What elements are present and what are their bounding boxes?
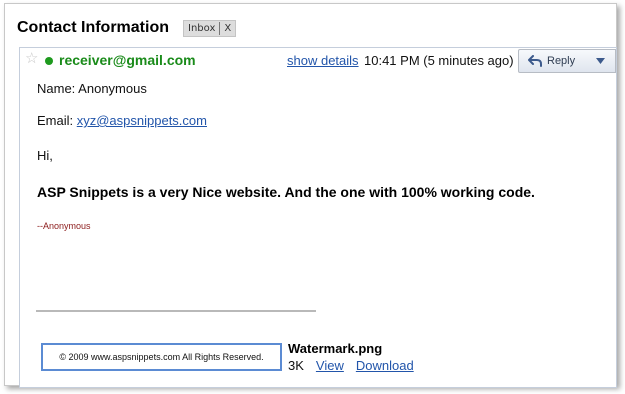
window-frame: Contact Information Inbox X ☆ receiver@g… (4, 3, 617, 388)
show-details-link[interactable]: show details (287, 53, 359, 68)
more-actions-button[interactable] (586, 49, 616, 73)
subject-title: Contact Information (17, 19, 169, 36)
view-attachment-link[interactable]: View (316, 358, 344, 373)
chevron-down-icon (596, 58, 605, 64)
sender-address[interactable]: receiver@gmail.com (59, 52, 196, 68)
thumbnail-watermark-text: © 2009 www.aspsnippets.com All Rights Re… (59, 352, 264, 362)
presence-dot-icon (45, 57, 53, 65)
message-time: 10:41 PM (5 minutes ago) (364, 53, 514, 68)
signature: --Anonymous (37, 221, 91, 231)
body-bold-line: ASP Snippets is a very Nice website. And… (37, 184, 535, 200)
page: Contact Information Inbox X ☆ receiver@g… (0, 0, 625, 394)
label-separator (219, 21, 221, 35)
body-name-line: Name: Anonymous (37, 81, 147, 96)
reply-label[interactable]: Reply (547, 55, 575, 67)
message: ☆ receiver@gmail.com show details 10:41 … (19, 47, 617, 388)
download-attachment-link[interactable]: Download (356, 358, 414, 373)
attachment-filename: Watermark.png (288, 341, 383, 356)
attachment-divider (36, 310, 316, 312)
attachment-thumbnail[interactable]: © 2009 www.aspsnippets.com All Rights Re… (41, 343, 282, 371)
inbox-label-text[interactable]: Inbox (188, 23, 215, 34)
attachment-meta: 3K View Download (288, 358, 414, 373)
body-email-line: Email: xyz@aspsnippets.com (37, 113, 207, 128)
subject-row: Contact Information Inbox X (17, 17, 237, 39)
remove-label-button[interactable]: X (224, 23, 231, 34)
attachment-size: 3K (288, 358, 304, 373)
email-link[interactable]: xyz@aspsnippets.com (77, 113, 207, 128)
reply-arrow-icon (528, 55, 542, 67)
message-header: ☆ receiver@gmail.com show details 10:41 … (20, 48, 616, 73)
reply-button[interactable]: Reply (518, 49, 588, 73)
inbox-label[interactable]: Inbox X (183, 19, 237, 37)
body-greeting: Hi, (37, 148, 53, 163)
star-icon[interactable]: ☆ (25, 51, 38, 66)
email-label: Email: (37, 113, 77, 128)
